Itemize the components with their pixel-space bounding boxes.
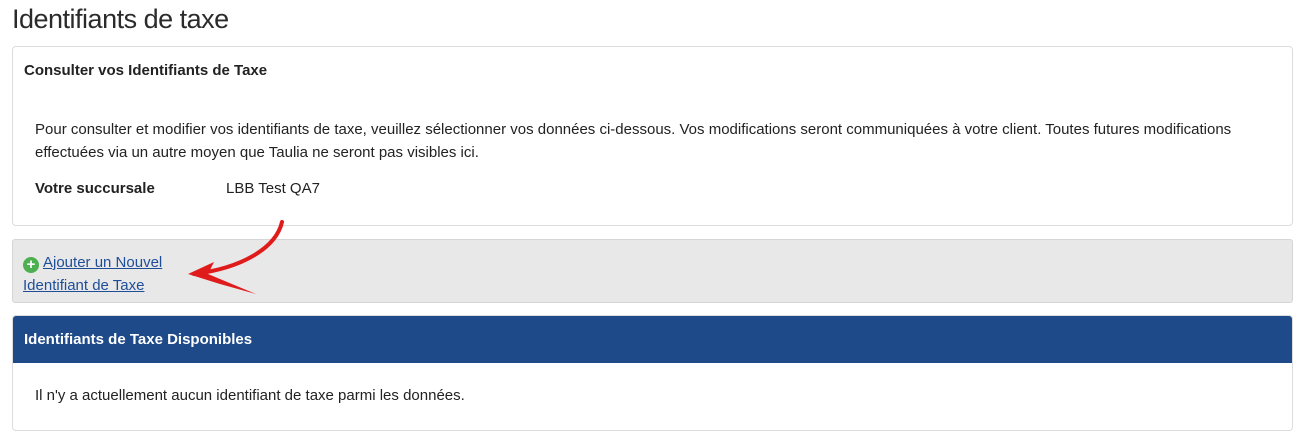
consult-card: Consulter vos Identifiants de Taxe Pour … bbox=[12, 46, 1293, 226]
add-tax-id-link[interactable]: + Ajouter un Nouvel Identifiant de Taxe bbox=[23, 251, 193, 297]
consult-card-description: Pour consulter et modifier vos identifia… bbox=[35, 121, 1232, 161]
consult-card-title: Consulter vos Identifiants de Taxe bbox=[24, 62, 268, 79]
branch-value: LBB Test QA7 bbox=[226, 180, 320, 197]
plus-circle-icon: + bbox=[23, 257, 39, 273]
add-tax-id-label: Ajouter un Nouvel Identifiant de Taxe bbox=[23, 254, 163, 294]
red-arrow-icon bbox=[188, 220, 284, 294]
panel-header: Identifiants de Taxe Disponibles bbox=[13, 316, 1292, 363]
branch-label: Votre succursale bbox=[35, 180, 155, 197]
available-tax-ids-panel: Identifiants de Taxe Disponibles Il n'y … bbox=[12, 315, 1293, 431]
empty-message: Il n'y a actuellement aucun identifiant … bbox=[35, 387, 465, 404]
page-title: Identifiants de taxe bbox=[12, 4, 229, 34]
